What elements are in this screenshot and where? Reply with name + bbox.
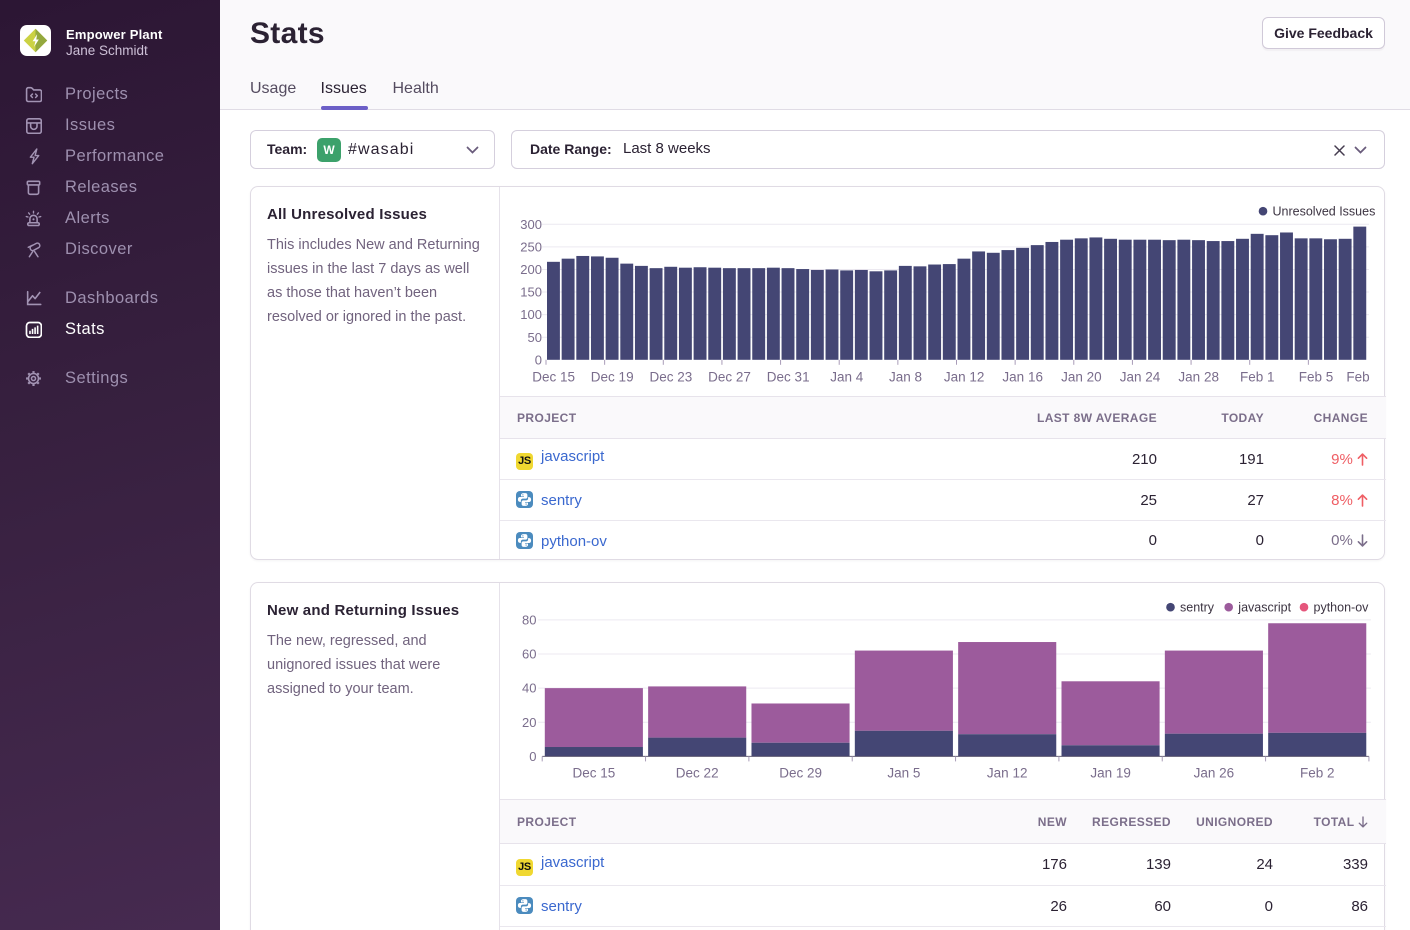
- svg-text:Jan 5: Jan 5: [887, 766, 920, 781]
- svg-text:Dec 29: Dec 29: [779, 766, 822, 781]
- svg-text:100: 100: [520, 307, 542, 322]
- svg-text:20: 20: [522, 715, 536, 730]
- svg-text:javascript: javascript: [1237, 601, 1291, 615]
- svg-text:Jan 12: Jan 12: [944, 370, 985, 385]
- svg-text:40: 40: [522, 681, 536, 696]
- svg-text:Dec 31: Dec 31: [767, 370, 810, 385]
- svg-text:150: 150: [520, 285, 542, 300]
- svg-text:sentry: sentry: [1180, 601, 1215, 615]
- svg-text:Feb 1: Feb 1: [1240, 370, 1275, 385]
- svg-text:60: 60: [522, 647, 536, 662]
- svg-text:python-ov: python-ov: [1314, 601, 1370, 615]
- svg-text:Dec 23: Dec 23: [650, 370, 693, 385]
- svg-text:80: 80: [522, 612, 536, 627]
- svg-text:Jan 4: Jan 4: [830, 370, 864, 385]
- svg-text:Jan 8: Jan 8: [889, 370, 922, 385]
- svg-text:Jan 19: Jan 19: [1090, 766, 1131, 781]
- svg-text:Jan 28: Jan 28: [1178, 370, 1219, 385]
- svg-text:0: 0: [529, 749, 536, 764]
- svg-text:Feb 5: Feb 5: [1299, 370, 1334, 385]
- svg-text:0: 0: [535, 352, 542, 367]
- svg-text:Dec 15: Dec 15: [532, 370, 575, 385]
- svg-text:Unresolved Issues: Unresolved Issues: [1273, 205, 1376, 219]
- svg-text:250: 250: [520, 240, 542, 255]
- svg-text:Jan 12: Jan 12: [987, 766, 1028, 781]
- svg-text:Dec 27: Dec 27: [708, 370, 751, 385]
- svg-text:Feb: Feb: [1346, 370, 1369, 385]
- svg-text:300: 300: [520, 217, 542, 232]
- svg-text:50: 50: [528, 330, 542, 345]
- svg-text:Jan 16: Jan 16: [1002, 370, 1043, 385]
- svg-text:Dec 19: Dec 19: [591, 370, 634, 385]
- svg-text:Dec 22: Dec 22: [676, 766, 719, 781]
- svg-text:Jan 20: Jan 20: [1061, 370, 1102, 385]
- svg-text:200: 200: [520, 262, 542, 277]
- svg-text:Dec 15: Dec 15: [573, 766, 616, 781]
- svg-text:Jan 26: Jan 26: [1194, 766, 1235, 781]
- svg-text:Jan 24: Jan 24: [1120, 370, 1161, 385]
- svg-text:Feb 2: Feb 2: [1300, 766, 1335, 781]
